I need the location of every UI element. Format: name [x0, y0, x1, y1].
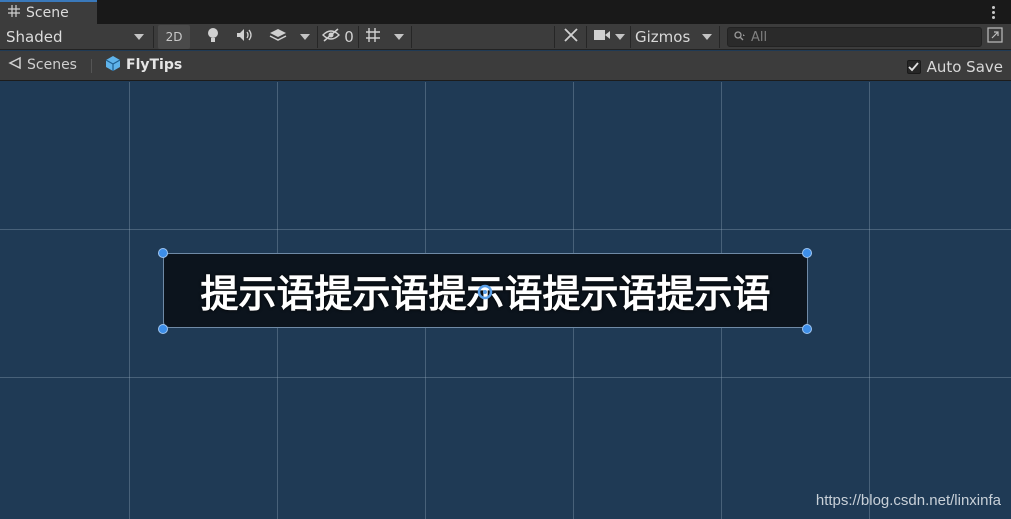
toggle-2d-button[interactable]: 2D — [158, 25, 190, 49]
hidden-objects-toggle[interactable]: 0 — [319, 25, 357, 49]
rect-handle-top-left[interactable] — [158, 248, 168, 258]
tools-toggle[interactable] — [557, 25, 585, 49]
scene-toolbar: Shaded 2D 0 Gizmos All — [0, 24, 1011, 50]
chevron-down-icon — [134, 34, 144, 40]
auto-save-label: Auto Save — [926, 58, 1003, 76]
tab-label: Scene — [26, 5, 69, 21]
rect-handle-top-right[interactable] — [802, 248, 812, 258]
more-options-icon[interactable] — [985, 3, 1001, 21]
breadcrumb: Scenes FlyTips Auto Save — [0, 51, 1011, 81]
auto-save-toggle[interactable]: Auto Save — [906, 57, 1003, 77]
search-scene-button[interactable] — [985, 25, 1005, 49]
chevron-down-icon — [702, 34, 712, 40]
gizmos-label: Gizmos — [635, 28, 691, 46]
rect-handle-bottom-right[interactable] — [802, 324, 812, 334]
speaker-icon — [236, 28, 254, 46]
lightbulb-icon — [207, 27, 219, 47]
chevron-down-icon — [394, 34, 404, 40]
auto-save-checkbox[interactable] — [906, 60, 921, 74]
scene-viewport[interactable]: 提示语提示语提示语提示语提示语 https://blog.csdn.net/li… — [0, 82, 1011, 519]
camera-settings-dropdown[interactable] — [589, 25, 629, 49]
gizmos-button[interactable]: Gizmos — [632, 25, 694, 49]
grid-snap-dropdown[interactable] — [388, 25, 410, 49]
grid-icon — [8, 5, 20, 21]
shading-mode-dropdown[interactable]: Shaded — [0, 25, 150, 49]
pivot-icon[interactable] — [476, 283, 494, 301]
breadcrumb-divider — [91, 59, 92, 73]
lighting-toggle[interactable] — [198, 25, 228, 49]
search-field[interactable]: All — [727, 27, 982, 47]
tab-scene[interactable]: Scene — [0, 0, 97, 24]
watermark-text: https://blog.csdn.net/linxinfa — [815, 492, 1001, 509]
breadcrumb-current-label: FlyTips — [126, 57, 183, 73]
chevron-down-icon — [300, 34, 310, 40]
effects-dropdown[interactable] — [294, 25, 316, 49]
grid-line — [869, 82, 870, 519]
breadcrumb-flytips[interactable]: FlyTips — [105, 51, 182, 79]
external-link-icon — [987, 27, 1003, 47]
audio-toggle[interactable] — [230, 25, 260, 49]
effects-toggle[interactable] — [263, 25, 293, 49]
toggle-2d-label: 2D — [165, 30, 183, 44]
shading-mode-label: Shaded — [6, 28, 63, 46]
tab-bar: Scene — [0, 0, 1011, 24]
grid-snap-toggle[interactable] — [360, 25, 386, 49]
breadcrumb-scenes[interactable]: Scenes — [8, 51, 77, 79]
grid-line — [129, 82, 130, 519]
eye-hidden-icon — [322, 28, 341, 46]
camera-icon — [593, 29, 611, 45]
search-placeholder: All — [751, 29, 768, 45]
grid-line — [0, 229, 1011, 230]
back-arrow-icon — [8, 56, 22, 74]
layers-icon — [269, 28, 287, 46]
rect-handle-bottom-left[interactable] — [158, 324, 168, 334]
grid-snap-icon — [365, 27, 381, 47]
chevron-down-icon — [615, 34, 625, 40]
grid-line — [0, 377, 1011, 378]
gizmos-dropdown[interactable] — [696, 25, 718, 49]
prefab-cube-icon — [105, 55, 121, 76]
tools-icon — [563, 27, 579, 47]
search-icon — [734, 29, 746, 45]
breadcrumb-root-label: Scenes — [27, 57, 77, 73]
hidden-count: 0 — [344, 28, 354, 46]
